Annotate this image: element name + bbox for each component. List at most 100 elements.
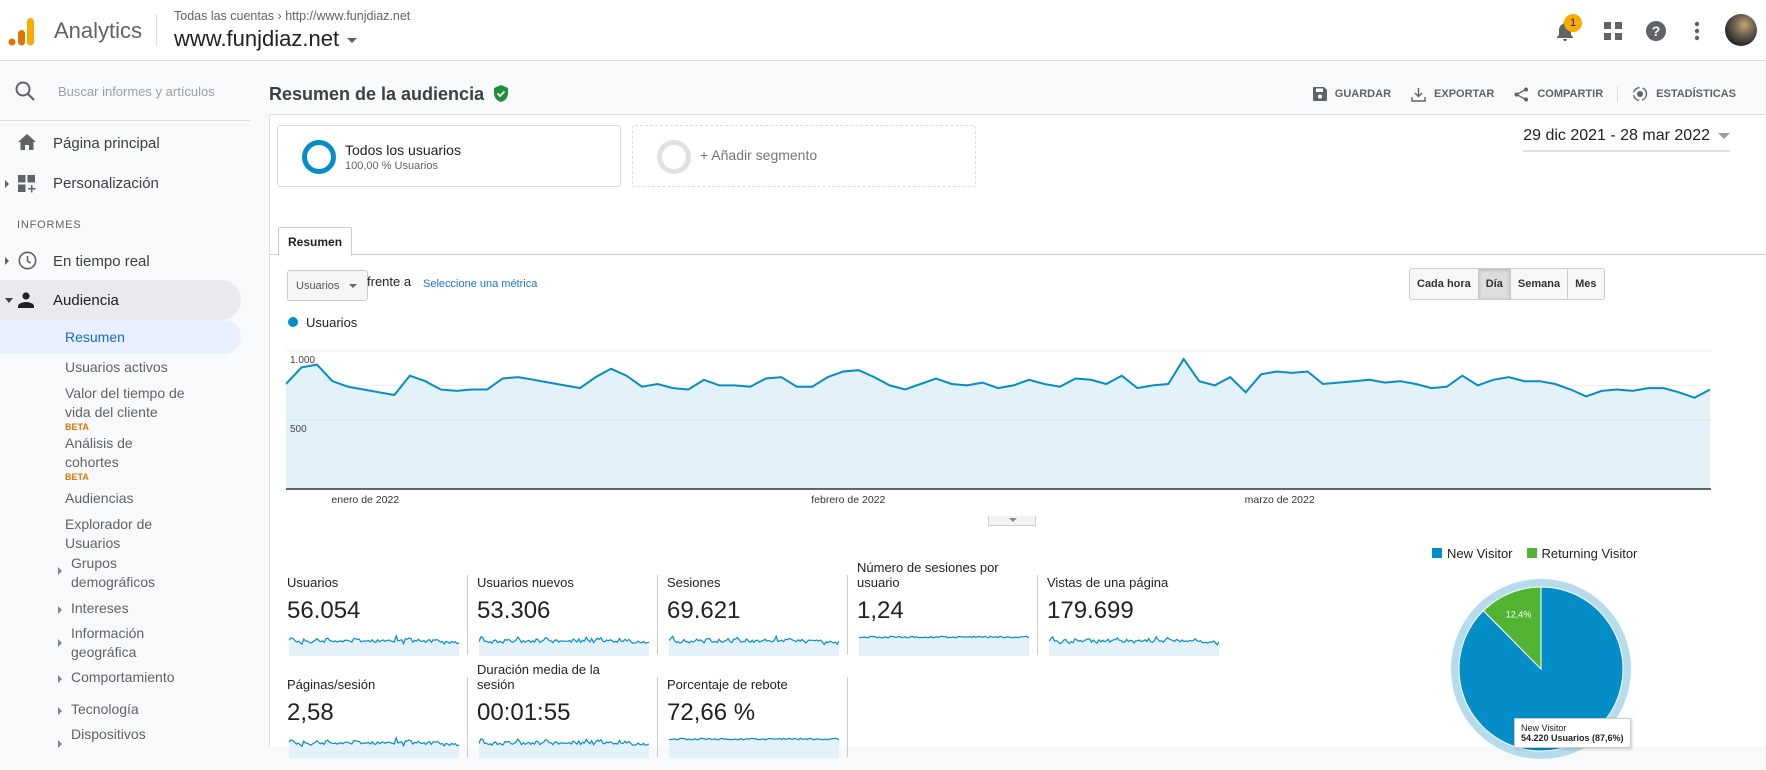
sidebar-subitem-label: Comportamiento <box>71 669 175 685</box>
kpi-value: 53.306 <box>477 597 551 624</box>
sidebar-subitem-label: Valor del tiempo de vida del cliente <box>65 385 185 420</box>
versus-label: frente a <box>367 274 412 289</box>
sidebar-subitem-label: Intereses <box>71 600 129 616</box>
kpi-card[interactable]: Porcentaje de rebote 72,66 % <box>667 677 857 770</box>
sidebar-item-audience[interactable]: Audiencia <box>0 280 241 320</box>
legend-dot-icon <box>288 317 298 327</box>
sparkline-fill <box>669 738 839 758</box>
sidebar-search[interactable]: Buscar informes y artículos <box>0 62 250 121</box>
sidebar-item-home[interactable]: Página principal <box>0 132 250 156</box>
metric-selected: Usuarios <box>296 280 340 292</box>
legend-label: Usuarios <box>306 315 358 330</box>
kpi-label: Usuarios <box>287 575 339 590</box>
share-button[interactable]: COMPARTIR <box>1514 86 1603 102</box>
segment-all-users[interactable]: Todos los usuarios 100,00 % Usuarios <box>277 125 621 187</box>
report-tabs: Resumen <box>270 227 1766 256</box>
kpi-value: 00:01:55 <box>477 699 571 726</box>
sidebar-subitem-devices[interactable]: Dispositivos <box>71 725 146 744</box>
select-metric-link[interactable]: Seleccione una métrica <box>423 278 537 290</box>
breadcrumb[interactable]: Todas las cuentas › http://www.funjdiaz.… <box>174 9 410 23</box>
help-button[interactable]: ? <box>1643 18 1669 44</box>
export-button[interactable]: EXPORTAR <box>1411 86 1494 102</box>
pie-legend-new[interactable]: New Visitor <box>1432 546 1513 561</box>
sidebar-subitem-label: Resumen <box>65 329 125 345</box>
tab-resumen[interactable]: Resumen <box>278 227 353 256</box>
expand-arrow-icon <box>58 567 62 575</box>
kpi-value: 2,58 <box>287 699 334 726</box>
granularity-week[interactable]: Semana <box>1509 269 1568 299</box>
analytics-logo-icon[interactable] <box>8 16 36 46</box>
users-line-chart[interactable]: 1.000 500 enero de 2022 febrero de 2022 marz… <box>286 329 1711 505</box>
pie-legend: New Visitor Returning Visitor <box>1432 546 1637 561</box>
chart-legend[interactable]: Usuarios <box>288 315 357 330</box>
property-selector[interactable]: www.funjdiaz.net <box>174 26 358 52</box>
sidebar-subitem-resumen[interactable]: Resumen <box>0 320 241 354</box>
sidebar-subitem-lifetime-value[interactable]: Valor del tiempo de vida del cliente BETA <box>65 384 190 432</box>
header-divider <box>156 14 157 46</box>
breadcrumb-account[interactable]: http://www.funjdiaz.net <box>285 9 410 23</box>
apps-button[interactable] <box>1600 18 1626 44</box>
section-label-reports: INFORMES <box>17 219 82 231</box>
download-icon <box>1411 87 1426 102</box>
more-vert-icon <box>1694 21 1700 41</box>
sidebar-subitem-interests[interactable]: Intereses <box>71 599 129 618</box>
sidebar-subitem-audiences[interactable]: Audiencias <box>65 489 134 508</box>
collapse-chart-button[interactable] <box>988 516 1036 526</box>
granularity-day[interactable]: Día <box>1477 269 1510 299</box>
expand-arrow-icon <box>58 675 62 683</box>
kpi-card[interactable]: Número de sesiones por usuario 1,24 <box>857 560 1047 668</box>
kpi-divider <box>467 677 468 757</box>
kpi-label: Duración media de la sesión <box>477 662 600 692</box>
legend-swatch-icon <box>1526 548 1537 558</box>
svg-text:?: ? <box>1652 23 1661 39</box>
tooltip-title: New Visitor <box>1521 723 1567 733</box>
y-tick-label: 500 <box>290 424 307 435</box>
sidebar-item-realtime[interactable]: En tiempo real <box>0 249 250 273</box>
sidebar-subitem-label: Tecnología <box>71 701 139 717</box>
kpi-card[interactable]: Páginas/sesión 2,58 <box>287 677 477 770</box>
sidebar-subitem-geo[interactable]: Información geográfica <box>71 624 181 662</box>
kpi-divider <box>1037 575 1038 655</box>
sidebar-item-label: Página principal <box>53 135 160 152</box>
sidebar-subitem-active-users[interactable]: Usuarios activos <box>65 358 168 377</box>
report-panel: Todos los usuarios 100,00 % Usuarios + A… <box>269 114 1766 759</box>
add-segment-label: + Añadir segmento <box>700 147 818 163</box>
search-input[interactable]: Buscar informes y artículos <box>58 84 215 99</box>
legend-swatch-icon <box>1432 548 1442 558</box>
avatar[interactable] <box>1725 14 1757 46</box>
granularity-toggle: Cada hora Día Semana Mes <box>1409 268 1605 300</box>
notification-badge: 1 <box>1564 14 1582 32</box>
page-title-text: Resumen de la audiencia <box>269 84 485 104</box>
expand-arrow-icon <box>58 639 62 647</box>
breadcrumb-root[interactable]: Todas las cuentas <box>174 9 274 23</box>
kpi-card[interactable]: Usuarios nuevos 53.306 <box>477 575 667 668</box>
kpi-card[interactable]: Duración media de la sesión 00:01:55 <box>477 662 667 770</box>
save-button[interactable]: GUARDAR <box>1312 86 1392 102</box>
beta-badge: BETA <box>65 472 89 482</box>
granularity-hourly[interactable]: Cada hora <box>1410 269 1478 299</box>
add-segment-button[interactable]: + Añadir segmento <box>632 125 976 187</box>
segment-detail: 100,00 % Usuarios <box>345 160 438 172</box>
date-range-picker[interactable]: 29 dic 2021 - 28 mar 2022 <box>1523 127 1730 152</box>
sidebar-subitem-technology[interactable]: Tecnología <box>71 700 139 719</box>
kpi-label: Sesiones <box>667 575 721 590</box>
sidebar-subitem-demographics[interactable]: Grupos demográficos <box>71 554 181 592</box>
kpi-card[interactable]: Sesiones 69.621 <box>667 575 857 668</box>
sidebar-subitem-behavior[interactable]: Comportamiento <box>71 668 175 687</box>
kpi-card[interactable]: Usuarios 56.054 <box>287 575 477 668</box>
pie-legend-returning[interactable]: Returning Visitor <box>1526 546 1637 561</box>
kpi-value: 56.054 <box>287 597 361 624</box>
more-options-button[interactable] <box>1684 18 1710 44</box>
metric-dropdown[interactable]: Usuarios <box>287 270 369 301</box>
sidebar-item-customization[interactable]: Personalización <box>0 172 250 196</box>
sparkline-fill <box>289 737 459 758</box>
main-content: Resumen de la audiencia GUARDAR EXPORTAR… <box>266 62 1766 759</box>
y-tick-label: 1.000 <box>290 355 315 366</box>
granularity-month[interactable]: Mes <box>1567 269 1604 299</box>
kpi-card[interactable]: Vistas de una página 179.699 <box>1047 575 1237 668</box>
save-label: GUARDAR <box>1334 88 1392 100</box>
sidebar-subitem-user-explorer[interactable]: Explorador de Usuarios <box>65 515 175 553</box>
sidebar-subitem-cohort[interactable]: Análisis de cohortes BETA <box>65 434 155 482</box>
insights-button[interactable]: ESTADÍSTICAS <box>1617 86 1736 102</box>
breadcrumb-separator-icon: › <box>277 9 282 23</box>
